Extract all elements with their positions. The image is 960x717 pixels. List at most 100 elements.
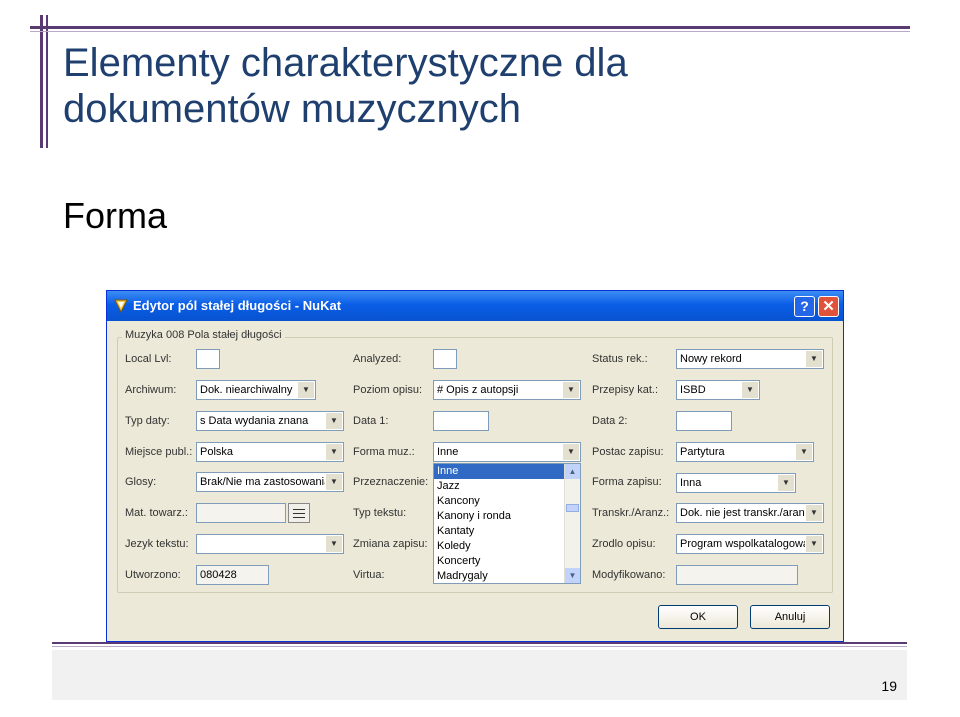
forma-zapisu-select[interactable]: Inna ▼: [676, 473, 796, 493]
jezyk-tekstu-select[interactable]: ▼: [196, 534, 344, 554]
mat-towarz-input[interactable]: [196, 503, 286, 523]
przepisy-kat-label: Przepisy kat.:: [592, 384, 659, 396]
zrodlo-opisu-value: Program wspolkatalogowan: [680, 538, 805, 550]
postac-zapisu-select[interactable]: Partytura ▼: [676, 442, 814, 462]
miejsce-publ-select[interactable]: Polska ▼: [196, 442, 344, 462]
dropdown-option[interactable]: Koledy: [434, 539, 580, 554]
status-rek-select[interactable]: Nowy rekord ▼: [676, 349, 824, 369]
transkr-value: Dok. nie jest transkr./aranz: [680, 507, 805, 519]
przeznaczenie-label: Przeznaczenie:: [353, 476, 429, 488]
transkr-select[interactable]: Dok. nie jest transkr./aranz ▼: [676, 503, 824, 523]
archiwum-label: Archiwum:: [125, 384, 177, 396]
glosy-value: Brak/Nie ma zastosowania: [200, 476, 325, 488]
title-accent-bar: [40, 15, 43, 148]
dropdown-option[interactable]: Kanony i ronda: [434, 509, 580, 524]
utworzono-input[interactable]: 080428: [196, 565, 269, 585]
analyzed-label: Analyzed:: [353, 353, 402, 365]
dropdown-option[interactable]: Kantaty: [434, 524, 580, 539]
page-number: 19: [881, 678, 897, 694]
help-button[interactable]: ?: [794, 296, 815, 317]
title-accent-bar-thin: [46, 15, 48, 148]
data1-label: Data 1:: [353, 415, 389, 427]
dropdown-option[interactable]: Madrygaly: [434, 569, 580, 583]
ok-button[interactable]: OK: [658, 605, 738, 629]
forma-zapisu-label: Forma zapisu:: [592, 476, 662, 488]
forma-muz-label: Forma muz.:: [353, 446, 415, 458]
slide-title-line-1: Elementy charakterystyczne dla: [63, 41, 628, 85]
typ-tekstu-label: Typ tekstu:: [353, 507, 407, 519]
chevron-down-icon[interactable]: ▼: [563, 444, 579, 460]
postac-zapisu-value: Partytura: [680, 446, 725, 458]
poziom-opisu-value: # Opis z autopsji: [437, 384, 519, 396]
window-title: Edytor pól stałej długości - NuKat: [133, 298, 342, 313]
chevron-down-icon[interactable]: ▼: [806, 505, 822, 521]
chevron-down-icon[interactable]: ▼: [326, 536, 342, 552]
chevron-down-icon[interactable]: ▼: [298, 382, 314, 398]
data2-input[interactable]: [676, 411, 732, 431]
chevron-down-icon[interactable]: ▼: [742, 382, 758, 398]
chevron-down-icon[interactable]: ▼: [796, 444, 812, 460]
cancel-button[interactable]: Anuluj: [750, 605, 830, 629]
forma-zapisu-value: Inna: [680, 477, 702, 489]
virtua-label: Virtua:: [353, 569, 385, 581]
group-label: Muzyka 008 Pola stałej długości: [122, 329, 285, 341]
list-picker-button[interactable]: [288, 503, 310, 523]
poziom-opisu-label: Poziom opisu:: [353, 384, 423, 396]
forma-muz-value: Inne: [437, 443, 562, 461]
scroll-thumb[interactable]: [566, 504, 579, 512]
utworzono-label: Utworzono:: [125, 569, 181, 581]
transkr-label: Transkr./Aranz.:: [592, 507, 670, 519]
close-button[interactable]: ✕: [818, 296, 839, 317]
dropdown-option[interactable]: Jazz: [434, 479, 580, 494]
chevron-down-icon[interactable]: ▼: [326, 474, 342, 490]
chevron-down-icon[interactable]: ▼: [806, 351, 822, 367]
slide-title: Elementy charakterystyczne dla dokumentó…: [63, 40, 628, 132]
window-titlebar[interactable]: Edytor pól stałej długości - NuKat ? ✕: [107, 291, 843, 321]
footer-rule-thin: [52, 646, 907, 647]
dropdown-scrollbar[interactable]: ▲ ▼: [564, 464, 580, 583]
scroll-down-icon[interactable]: ▼: [565, 568, 580, 583]
przepisy-kat-select[interactable]: ISBD ▼: [676, 380, 760, 400]
miejsce-publ-label: Miejsce publ.:: [125, 446, 193, 458]
app-icon: [114, 299, 128, 314]
chevron-down-icon[interactable]: ▼: [563, 382, 579, 398]
dropdown-option[interactable]: Inne: [434, 464, 580, 479]
local-lvl-label: Local Lvl:: [125, 353, 172, 365]
scroll-up-icon[interactable]: ▲: [565, 464, 580, 479]
dropdown-option[interactable]: Kancony: [434, 494, 580, 509]
footer-rule: [52, 642, 907, 644]
poziom-opisu-select[interactable]: # Opis z autopsji ▼: [433, 380, 581, 400]
zrodlo-opisu-select[interactable]: Program wspolkatalogowan ▼: [676, 534, 824, 554]
glosy-label: Glosy:: [125, 476, 157, 488]
jezyk-tekstu-label: Jezyk tekstu:: [125, 538, 189, 550]
glosy-select[interactable]: Brak/Nie ma zastosowania ▼: [196, 472, 344, 492]
forma-muz-dropdown-list[interactable]: Inne Jazz Kancony Kanony i ronda Kantaty…: [433, 463, 581, 584]
analyzed-input[interactable]: [433, 349, 457, 369]
title-rule: [30, 26, 910, 29]
fixed-fields-editor-window: Edytor pól stałej długości - NuKat ? ✕ M…: [106, 290, 844, 642]
dropdown-option[interactable]: Koncerty: [434, 554, 580, 569]
chevron-down-icon[interactable]: ▼: [326, 413, 342, 429]
zmiana-zapisu-label: Zmiana zapisu:: [353, 538, 428, 550]
data2-label: Data 2:: [592, 415, 628, 427]
archiwum-value: Dok. niearchiwalny: [200, 384, 293, 396]
data1-input[interactable]: [433, 411, 489, 431]
status-rek-label: Status rek.:: [592, 353, 648, 365]
przepisy-kat-value: ISBD: [680, 384, 706, 396]
footer-band: [52, 650, 907, 700]
forma-muz-select[interactable]: Inne ▼: [433, 442, 581, 462]
title-rule-thin: [30, 31, 910, 32]
status-rek-value: Nowy rekord: [680, 353, 742, 365]
archiwum-select[interactable]: Dok. niearchiwalny ▼: [196, 380, 316, 400]
chevron-down-icon[interactable]: ▼: [326, 444, 342, 460]
chevron-down-icon[interactable]: ▼: [806, 536, 822, 552]
modyfikowano-label: Modyfikowano:: [592, 569, 666, 581]
postac-zapisu-label: Postac zapisu:: [592, 446, 664, 458]
local-lvl-input[interactable]: [196, 349, 220, 369]
typ-daty-value: s Data wydania znana: [200, 415, 309, 427]
slide-title-line-2: dokumentów muzycznych: [63, 87, 521, 131]
typ-daty-select[interactable]: s Data wydania znana ▼: [196, 411, 344, 431]
mat-towarz-label: Mat. towarz.:: [125, 507, 188, 519]
chevron-down-icon[interactable]: ▼: [778, 475, 794, 491]
modyfikowano-input[interactable]: [676, 565, 798, 585]
